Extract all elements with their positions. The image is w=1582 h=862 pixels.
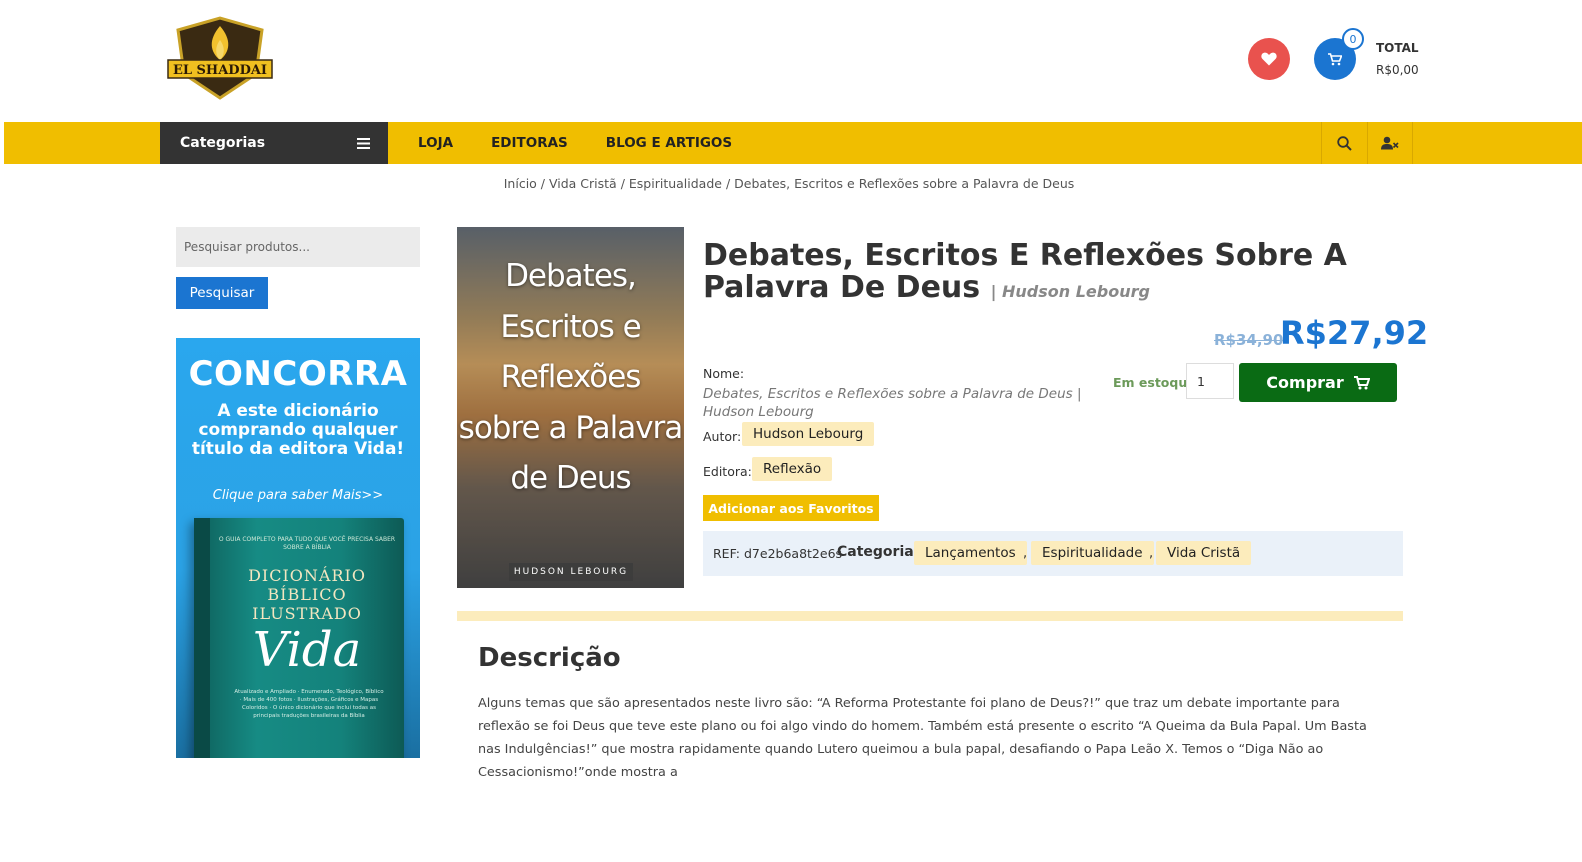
- section-divider: [457, 611, 1403, 621]
- nome-label: Nome:: [703, 366, 745, 381]
- editora-tag[interactable]: Reflexão: [752, 457, 833, 481]
- breadcrumb-vida-crista[interactable]: Vida Cristã: [549, 176, 617, 191]
- categories-menu-button[interactable]: Categorias: [160, 122, 388, 164]
- cart-icon: [1328, 52, 1342, 65]
- promo-book-title: DICIONÁRIO BÍBLICO ILUSTRADO: [248, 566, 366, 623]
- add-to-favorites-button[interactable]: Adicionar aos Favoritos: [703, 495, 879, 521]
- price-new: R$27,92: [1280, 314, 1429, 352]
- autor-label: Autor:: [703, 429, 742, 444]
- promo-title: CONCORRA: [188, 354, 408, 394]
- product-cover-image[interactable]: Debates, Escritos e Reflexões sobre a Pa…: [457, 227, 684, 588]
- cover-title: Debates, Escritos e Reflexões sobre a Pa…: [458, 258, 684, 496]
- promo-book-vida: Vida: [252, 622, 362, 678]
- nav-item-loja[interactable]: LOJA: [418, 135, 453, 151]
- logo-text: EL SHADDAI: [173, 63, 267, 78]
- category-tag-vida-crista[interactable]: Vida Cristã: [1156, 541, 1252, 565]
- promo-link[interactable]: Clique para saber Mais>>: [176, 488, 420, 503]
- product-search-button[interactable]: Pesquisar: [176, 277, 268, 309]
- categories-label: Categorias: [180, 135, 266, 151]
- category-tag-lancamentos[interactable]: Lançamentos: [914, 541, 1027, 565]
- cart-total-label: TOTAL: [1376, 41, 1419, 55]
- promo-book-top-text: O GUIA COMPLETO PARA TUDO QUE VOCÊ PRECI…: [218, 536, 396, 551]
- nome-value: Debates, Escritos e Reflexões sobre a Pa…: [703, 386, 1082, 420]
- price-old: R$34,90: [1214, 331, 1284, 349]
- nav-account-button[interactable]: [1367, 122, 1413, 164]
- user-x-icon: [1381, 136, 1399, 150]
- hamburger-menu-icon: [357, 137, 370, 149]
- buy-button-label: Comprar: [1266, 373, 1344, 392]
- nav-item-editoras[interactable]: EDITORAS: [491, 135, 568, 151]
- site-logo[interactable]: EL SHADDAI: [164, 16, 276, 100]
- promo-banner[interactable]: CONCORRA A este dicionário comprando qua…: [176, 338, 420, 758]
- cart-total-value: R$0,00: [1376, 63, 1419, 77]
- main-navbar: Categorias LOJA EDITORAS BLOG E ARTIGOS: [4, 122, 1582, 164]
- product-ref: REF: d7e2b6a8t2e6s: [713, 546, 843, 561]
- favorites-button[interactable]: [1248, 38, 1290, 80]
- cart-icon: [1353, 375, 1370, 389]
- categories-meta-label: Categorias: [837, 544, 923, 560]
- product-search-input[interactable]: [176, 227, 420, 267]
- editora-label: Editora:: [703, 464, 752, 479]
- promo-subtitle: A este dicionário comprando qualquer tít…: [191, 401, 405, 459]
- breadcrumb-current: Debates, Escritos e Reflexões sobre a Pa…: [734, 176, 1075, 191]
- breadcrumb-inicio[interactable]: Início: [504, 176, 537, 191]
- promo-book-image: O GUIA COMPLETO PARA TUDO QUE VOCÊ PRECI…: [194, 518, 404, 758]
- description-text: Alguns temas que são apresentados neste …: [478, 696, 1367, 780]
- nav-item-blog[interactable]: BLOG E ARTIGOS: [606, 135, 732, 151]
- stock-status: Em estoque: [1113, 375, 1196, 390]
- heart-icon: [1261, 52, 1277, 66]
- product-title: Debates, Escritos E Reflexões Sobre A Pa…: [703, 238, 1347, 305]
- description-title: Descrição: [478, 643, 621, 673]
- product-title-author: | Hudson Lebourg: [990, 282, 1150, 301]
- cart-count-badge: 0: [1342, 28, 1364, 50]
- nav-search-button[interactable]: [1321, 122, 1367, 164]
- quantity-input[interactable]: [1186, 363, 1234, 399]
- category-tag-espiritualidade[interactable]: Espiritualidade: [1031, 541, 1154, 565]
- product-meta-bar: REF: d7e2b6a8t2e6s Categorias Lançamento…: [703, 531, 1403, 576]
- buy-button[interactable]: Comprar: [1239, 363, 1397, 402]
- breadcrumb: Início / Vida Cristã / Espiritualidade /…: [503, 176, 1075, 191]
- search-icon: [1337, 135, 1352, 151]
- breadcrumb-espiritualidade[interactable]: Espiritualidade: [629, 176, 722, 191]
- cover-author: HUDSON LEBOURG: [509, 563, 633, 581]
- promo-book-desc: Atualizado e Ampliado · Enumerado, Teoló…: [234, 689, 384, 719]
- autor-tag[interactable]: Hudson Lebourg: [742, 422, 875, 446]
